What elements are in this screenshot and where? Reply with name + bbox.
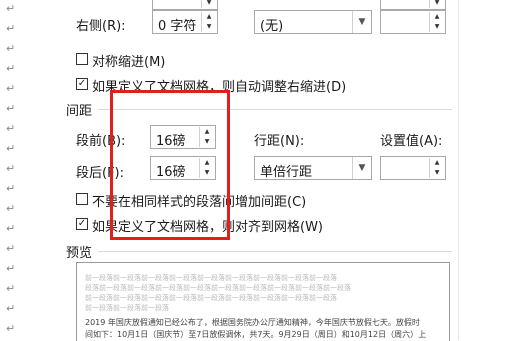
spin-up-icon[interactable]: ▲ xyxy=(202,12,216,22)
paragraph-mark: ↵ xyxy=(6,2,16,15)
preview-text-line: 2019 年国庆放假通知已经公布了，根据国务院办公厅通知精神，今年国庆节放假七天… xyxy=(85,318,420,327)
indent-by-stepper[interactable]: ▲ ▼ xyxy=(380,10,446,34)
spacing-section-title: 间距 xyxy=(66,104,93,119)
preview-section-title: 预览 xyxy=(66,246,93,261)
line-spacing-value: 单倍行距 xyxy=(260,165,313,180)
paragraph-mark: ↵ xyxy=(6,182,16,195)
right-indent-value[interactable]: 0 字符 xyxy=(158,15,196,34)
spin-down-icon[interactable]: ▼ xyxy=(202,0,216,8)
paragraph-mark: ↵ xyxy=(6,322,16,335)
set-value-label: 设置值(A): xyxy=(380,134,443,149)
paragraph-mark: ↵ xyxy=(6,242,16,255)
preview-ghost-line: 段落前一段落前一段落前一段落前一段落前一段落前一段落前一段落前一段落前一段落 xyxy=(85,284,351,292)
paragraph-mark: ↵ xyxy=(6,102,16,115)
document-area-right xyxy=(458,0,510,340)
paragraph-mark: ↵ xyxy=(6,282,16,295)
spin-down-icon[interactable]: ▼ xyxy=(430,168,444,178)
indent-by-spin-buttons[interactable]: ▲ ▼ xyxy=(429,12,444,32)
paragraph-mark: ↵ xyxy=(6,62,16,75)
left-indent-spin-buttons[interactable]: ▼ xyxy=(201,0,216,8)
preview-ghost-line: 前一段落前一段落前一段落前一段落前一段落前一段落前一段落前一段落前一段落 xyxy=(85,274,337,282)
paragraph-mark: ↵ xyxy=(6,222,16,235)
auto-adjust-indent-checkbox[interactable]: ✓ xyxy=(76,78,88,90)
right-indent-label: 右侧(R): xyxy=(76,19,126,34)
indent-by-top-spin-buttons[interactable]: ▼ xyxy=(429,0,444,8)
spin-down-icon[interactable]: ▼ xyxy=(430,22,444,32)
spin-up-icon[interactable]: ▲ xyxy=(430,12,444,22)
left-indent-stepper[interactable]: ▼ xyxy=(152,0,218,10)
mirror-indents-label[interactable]: 对称缩进(M) xyxy=(92,51,165,70)
special-indent-select[interactable]: (无) ▼ xyxy=(254,10,372,34)
paragraph-mark: ↵ xyxy=(6,302,16,315)
paragraph-mark: ↵ xyxy=(6,262,16,275)
paragraph-mark: ↵ xyxy=(6,122,16,135)
line-spacing-label: 行距(N): xyxy=(254,134,305,149)
preview-ghost-line: 前一段落前一段落前一段落 xyxy=(85,304,169,312)
preview-ghost-line: 前一段落前一段落前一段落前一段落前一段落前一段落前一段落前一段落前一段落 xyxy=(85,294,337,302)
spin-up-icon[interactable]: ▲ xyxy=(430,158,444,168)
paragraph-mark: ↵ xyxy=(6,162,16,175)
paragraph-mark: ↵ xyxy=(6,142,16,155)
no-space-same-style-checkbox[interactable] xyxy=(76,193,88,205)
line-spacing-select[interactable]: 单倍行距 ▼ xyxy=(254,156,372,180)
section-divider xyxy=(98,251,452,252)
highlight-annotation xyxy=(110,90,230,240)
chevron-down-icon[interactable]: ▼ xyxy=(352,11,371,33)
right-indent-spin-buttons[interactable]: ▲ ▼ xyxy=(201,12,216,32)
preview-box: 前一段落前一段落前一段落前一段落前一段落前一段落前一段落前一段落前一段落 段落前… xyxy=(76,262,450,341)
special-indent-value: (无) xyxy=(260,19,284,34)
paragraph-mark: ↵ xyxy=(6,22,16,35)
paragraph-mark: ↵ xyxy=(6,42,16,55)
spin-down-icon[interactable]: ▼ xyxy=(430,0,444,8)
indent-by-top-stepper[interactable]: ▼ xyxy=(380,0,446,10)
spin-down-icon[interactable]: ▼ xyxy=(202,22,216,32)
right-indent-stepper[interactable]: 0 字符 ▲ ▼ xyxy=(152,10,218,34)
paragraph-mark: ↵ xyxy=(6,202,16,215)
mirror-indents-checkbox[interactable] xyxy=(76,53,88,65)
set-value-spin-buttons[interactable]: ▲ ▼ xyxy=(429,158,444,178)
paragraph-mark: ↵ xyxy=(6,82,16,95)
document-margin: ↵ ↵ ↵ ↵ ↵ ↵ ↵ ↵ ↵ ↵ ↵ ↵ ↵ ↵ ↵ ↵ ↵ xyxy=(0,0,62,340)
snap-to-grid-checkbox[interactable]: ✓ xyxy=(76,218,88,230)
set-value-stepper[interactable]: ▲ ▼ xyxy=(380,156,446,180)
chevron-down-icon[interactable]: ▼ xyxy=(352,157,371,179)
preview-text-line: 间如下：10月1日（国庆节）至7日放假调休，共7天。9月29日（周日）和10月1… xyxy=(85,330,427,339)
